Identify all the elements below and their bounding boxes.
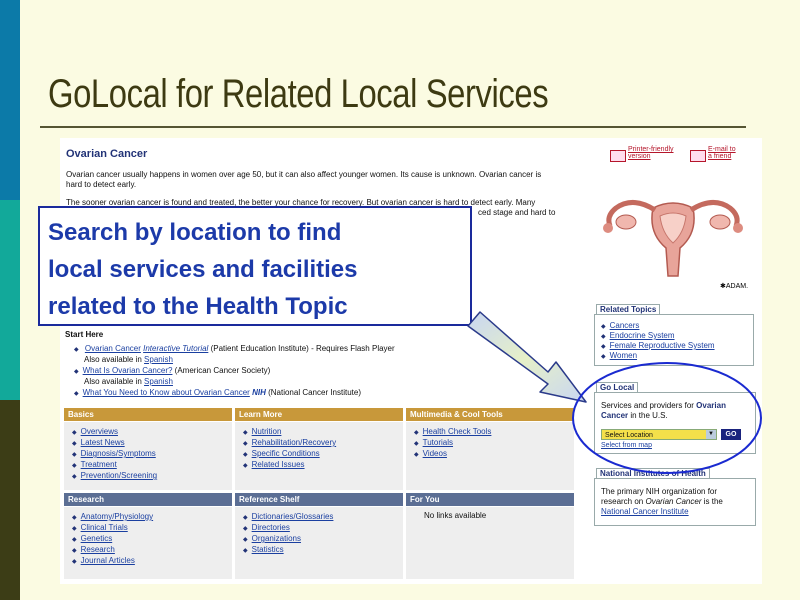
pointer-arrow — [467, 311, 587, 403]
go-local-highlight-ellipse — [572, 362, 762, 474]
annotation-overlay — [467, 311, 762, 474]
